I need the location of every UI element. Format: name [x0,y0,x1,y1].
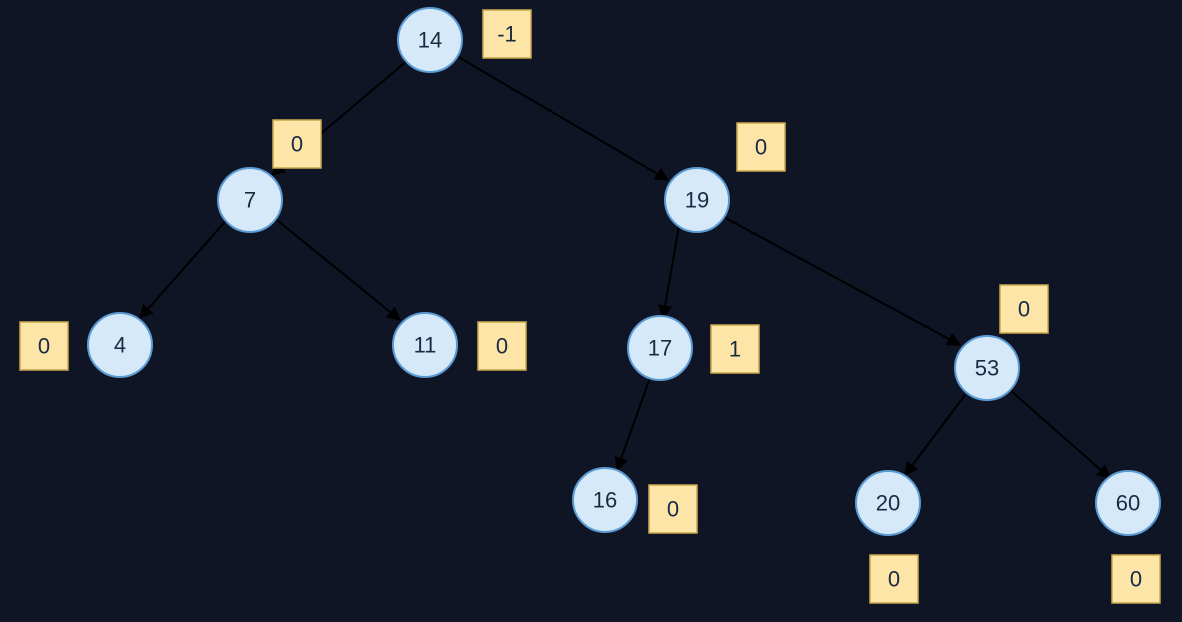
node-20-value: 20 [876,491,900,516]
balance-60-value: 0 [1130,567,1142,592]
balance-19-value: 0 [755,135,767,160]
balance-14: -1 [483,10,531,58]
balance-4: 0 [20,322,68,370]
node-53: 53 [955,336,1019,400]
node-20: 20 [856,471,920,535]
node-16: 16 [573,468,637,532]
node-4-value: 4 [114,333,126,358]
node-19-value: 19 [685,188,709,213]
edge-7-11 [272,216,400,320]
balance-19: 0 [737,123,785,171]
balance-11: 0 [478,322,526,370]
node-60: 60 [1096,471,1160,535]
node-11-value: 11 [414,333,437,358]
node-7: 7 [218,168,282,232]
node-7-value: 7 [244,188,256,213]
edge-53-60 [1010,390,1110,478]
edge-7-4 [140,216,230,318]
balance-20-value: 0 [888,567,900,592]
node-11: 11 [393,313,457,377]
node-60-value: 60 [1116,491,1140,516]
balance-17-value: 1 [729,337,741,362]
balance-11-value: 0 [496,334,508,359]
node-14: 14 [398,8,462,72]
node-17-value: 17 [648,336,672,361]
node-14-value: 14 [418,28,442,53]
balance-7: 0 [273,120,321,168]
node-17: 17 [628,316,692,380]
node-4: 4 [88,313,152,377]
balance-20: 0 [870,555,918,603]
edge-53-20 [905,395,965,475]
edge-17-16 [617,378,650,470]
edge-14-19 [455,55,668,180]
balance-53: 0 [1000,285,1048,333]
tree-diagram: 14 -1 7 0 19 0 4 0 11 0 17 [0,0,1182,622]
balance-7-value: 0 [291,132,303,157]
balance-4-value: 0 [38,334,50,359]
node-16-value: 16 [593,488,617,513]
balance-17: 1 [711,325,759,373]
balance-14-value: -1 [497,22,517,47]
edge-19-17 [663,220,680,318]
balance-16: 0 [649,485,697,533]
balance-60: 0 [1112,555,1160,603]
node-53-value: 53 [975,356,999,381]
node-19: 19 [665,168,729,232]
balance-53-value: 0 [1018,297,1030,322]
balance-16-value: 0 [667,497,679,522]
